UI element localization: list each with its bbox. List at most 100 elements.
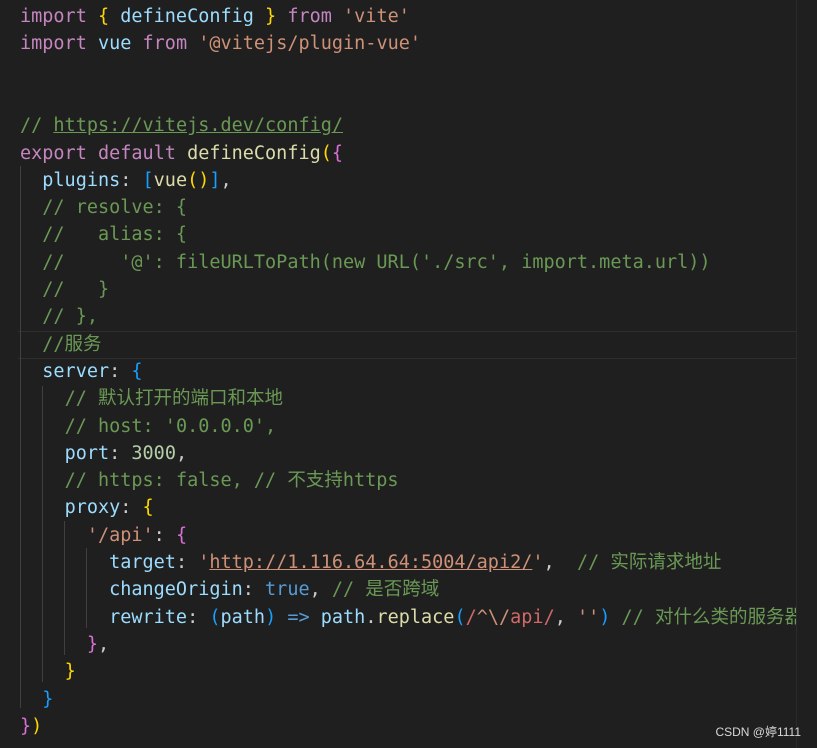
code-token: ) [599, 606, 611, 628]
code-token: // [20, 115, 54, 137]
code-token: : [175, 552, 199, 573]
code-token: // 对什么类的服务器 [621, 606, 797, 628]
code-line: proxy: { [20, 494, 154, 521]
code-token: ] [209, 169, 221, 191]
code-token: import [20, 33, 87, 55]
code-token: ) [265, 606, 277, 628]
code-token: , [175, 442, 188, 464]
code-token: : [109, 442, 132, 464]
code-line: // host: '0.0.0.0', [20, 413, 277, 440]
code-line: // }, [20, 303, 98, 330]
code-token: '/api' [86, 524, 154, 546]
code-token: } [42, 688, 54, 710]
code-line: // '@': fileURLToPath(new URL('./src', i… [20, 249, 711, 276]
code-token: https://vitejs.dev/config/ [53, 115, 344, 137]
code-token: export [20, 142, 87, 164]
code-token: ' [198, 552, 210, 573]
code-token: / [465, 606, 477, 628]
code-line: '/api': { [20, 522, 187, 549]
code-token: // host: '0.0.0.0', [64, 415, 277, 437]
code-line: // resolve: { [20, 194, 187, 221]
code-token: : [120, 169, 143, 191]
code-line: }) [20, 713, 42, 740]
code-token: } [20, 715, 32, 737]
code-token: ( [209, 606, 221, 628]
code-token: . [365, 606, 377, 628]
code-token: proxy [64, 497, 121, 519]
code-token: , [543, 552, 577, 573]
vertical-scrollbar[interactable] [796, 0, 817, 748]
code-token: '' [576, 606, 600, 628]
code-line: }, [20, 631, 109, 658]
code-token: , [97, 633, 110, 655]
code-line: } [20, 686, 53, 713]
code-token: // resolve: { [42, 197, 188, 219]
code-token: { [97, 6, 110, 27]
code-token: () [187, 169, 210, 191]
code-token: path [320, 606, 366, 628]
code-line: } [20, 658, 76, 685]
code-token: [ [142, 169, 154, 191]
code-token: } [86, 633, 98, 655]
code-token: // } [42, 279, 110, 300]
code-token: : [109, 360, 132, 382]
code-line: // alias: { [20, 221, 187, 248]
code-editor[interactable]: import { defineConfig } from 'vite' impor… [0, 0, 797, 748]
code-token: // '@': fileURLToPath(new URL('./src', i… [42, 251, 711, 273]
code-token: vue [153, 169, 188, 191]
code-token: : [153, 524, 176, 546]
code-token: { [331, 142, 344, 164]
code-line: changeOrigin: true, // 是否跨域 [20, 576, 439, 603]
code-token: ) [31, 715, 43, 737]
code-line: // } [20, 276, 109, 303]
code-line: // https://vitejs.dev/config/ [20, 112, 343, 139]
code-token: defineConfig [109, 6, 266, 27]
code-token: // }, [42, 306, 98, 328]
code-token: //服务 [42, 333, 102, 355]
code-token: ^\/ [476, 606, 511, 628]
code-token: // 实际请求地址 [576, 552, 722, 573]
code-line: rewrite: (path) => path.replace(/^\/api/… [20, 604, 797, 631]
code-line: target: 'http://1.116.64.64:5004/api2/',… [20, 549, 721, 576]
current-line-highlight-top [18, 331, 797, 332]
code-line: //服务 [20, 331, 102, 358]
code-token: // https: false, // 不支持https [64, 470, 399, 492]
code-token: path [220, 606, 266, 628]
code-line: export default defineConfig({ [20, 140, 343, 167]
code-token: vue [97, 33, 132, 55]
code-token: / [543, 606, 555, 628]
code-token: plugins [42, 169, 121, 191]
code-token: api [510, 606, 544, 628]
code-token: : [187, 606, 210, 628]
code-line: import { defineConfig } from 'vite' [20, 3, 410, 30]
code-token: server [42, 360, 110, 382]
code-token: : [242, 579, 266, 601]
code-token: '@vitejs/plugin-vue' [198, 33, 421, 55]
code-token: target [109, 552, 176, 573]
code-token: : [120, 497, 143, 519]
code-token: 3000 [131, 442, 176, 464]
code-line: server: { [20, 358, 142, 385]
code-token: // 默认打开的端口和本地 [64, 388, 283, 410]
code-line: // https: false, // 不支持https [20, 467, 399, 494]
watermark: CSDN @婷1111 [715, 725, 801, 739]
